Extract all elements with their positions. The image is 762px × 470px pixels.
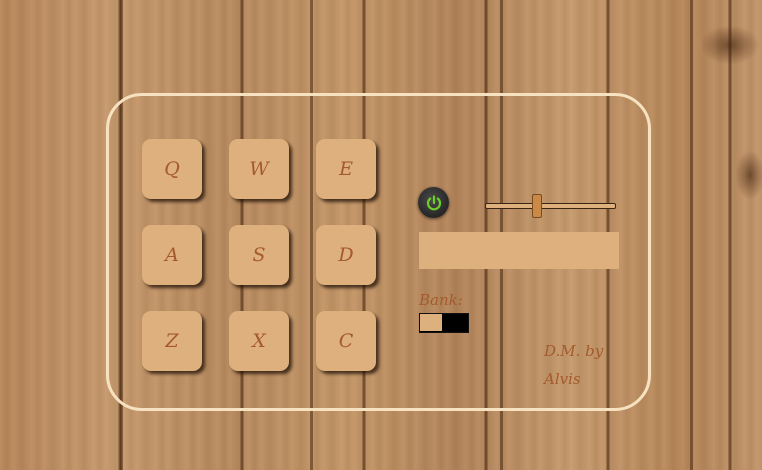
drum-pad-d[interactable]: D [316,225,376,285]
drum-pad-x[interactable]: X [229,311,289,371]
drum-pad-s[interactable]: S [229,225,289,285]
drum-pad-z[interactable]: Z [142,311,202,371]
wood-knot [700,25,760,65]
power-icon [426,194,441,210]
credit-line-1: D.M. by [544,342,604,360]
drum-pad-w[interactable]: W [229,139,289,199]
volume-slider-thumb[interactable] [532,194,543,218]
volume-slider[interactable] [485,194,616,218]
sound-name-display [419,232,619,269]
drum-pad-q[interactable]: Q [142,139,202,199]
drum-pad-a[interactable]: A [142,225,202,285]
drum-pad-grid: Q W E A S D Z X C [142,139,376,371]
credit-text: D.M. by Alvis [544,337,624,393]
wood-knot [735,150,762,200]
drum-pad-c[interactable]: C [316,311,376,371]
bank-toggle-knob[interactable] [420,314,442,331]
credit-line-2: Alvis [544,370,581,388]
bank-toggle[interactable] [419,313,469,333]
drum-pad-e[interactable]: E [316,139,376,199]
power-button[interactable] [418,187,449,218]
plank-seam [690,0,693,470]
bank-label: Bank: [419,291,463,309]
volume-slider-track[interactable] [485,203,616,209]
